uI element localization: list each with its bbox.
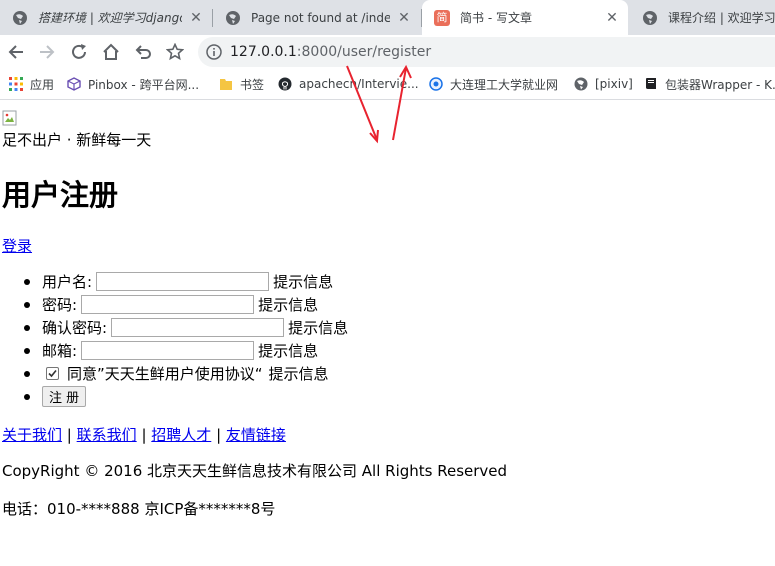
bookmark-label: [pixiv] — [595, 77, 633, 91]
bookmark-apachecn[interactable]: apachecn/Intervie... — [277, 75, 419, 93]
globe-icon — [428, 76, 444, 92]
bookmark-dlut-jobs[interactable]: 大连理工大学就业网 — [428, 75, 558, 93]
globe-icon — [642, 10, 658, 26]
footer-links: 关于我们 | 联系我们 | 招聘人才 | 友情链接 — [2, 424, 286, 445]
globe-icon — [12, 10, 28, 26]
footer-separator: | — [141, 426, 147, 444]
globe-icon — [573, 76, 589, 92]
url-text: 127.0.0.1:8000/user/register — [230, 44, 432, 60]
page-title: 用户注册 — [2, 178, 119, 212]
checkmark-icon — [48, 369, 57, 378]
footer-separator: | — [66, 426, 72, 444]
page-content: 足不出户 · 新鲜每一天 用户注册 登录 用户名: 提示信息 密码: 提示信息 … — [0, 100, 775, 566]
jianshu-icon: 简 — [434, 9, 450, 26]
email-input[interactable] — [81, 341, 255, 360]
browser-toolbar: 127.0.0.1:8000/user/register — [0, 35, 775, 69]
footer-link-contact[interactable]: 联系我们 — [77, 426, 137, 444]
bookmark-label: apachecn/Intervie... — [299, 77, 419, 91]
footer-separator: | — [216, 426, 222, 444]
footer-link-jobs[interactable]: 招聘人才 — [151, 426, 211, 444]
password-input[interactable] — [81, 295, 255, 314]
bookmark-folder[interactable]: 书签 — [218, 75, 264, 93]
tab-django-setup[interactable]: 搭建环境 | 欢迎学习django ✕ — [0, 0, 212, 35]
book-icon — [643, 76, 659, 92]
bookmark-star-icon[interactable] — [162, 39, 188, 65]
back-arrow-icon[interactable] — [3, 39, 29, 65]
tab-jianshu-write[interactable]: 简 简书 - 写文章 ✕ — [422, 0, 628, 35]
field-hint: 提示信息 — [258, 296, 319, 314]
agreement-label: 同意”天天生鲜用户使用协议“ — [67, 365, 263, 383]
form-field-email: 邮箱: 提示信息 — [0, 339, 348, 362]
field-label: 邮箱: — [42, 342, 78, 360]
undo-icon[interactable] — [130, 39, 156, 65]
forward-arrow-icon[interactable] — [34, 39, 60, 65]
tab-title: 简书 - 写文章 — [460, 11, 532, 25]
address-bar[interactable]: 127.0.0.1:8000/user/register — [198, 37, 775, 67]
form-field-password: 密码: 提示信息 — [0, 293, 348, 316]
apps-grid-icon — [8, 76, 24, 92]
footer-link-about[interactable]: 关于我们 — [2, 426, 62, 444]
bookmark-label: 书签 — [240, 77, 265, 92]
tab-strip: 搭建环境 | 欢迎学习django ✕ Page not found at /i… — [0, 0, 775, 35]
tab-title: Page not found at /index — [251, 10, 390, 25]
home-icon[interactable] — [98, 39, 124, 65]
close-icon[interactable]: ✕ — [396, 10, 412, 26]
field-label: 确认密码: — [42, 319, 108, 337]
close-icon[interactable]: ✕ — [188, 10, 204, 26]
bookmark-apps[interactable]: 应用 — [8, 75, 54, 93]
field-label: 用户名: — [42, 273, 93, 291]
field-hint: 提示信息 — [288, 319, 349, 337]
bookmark-wrapper[interactable]: 包装器Wrapper - K... — [643, 75, 775, 93]
agreement-checkbox[interactable] — [46, 367, 59, 380]
login-link[interactable]: 登录 — [2, 235, 32, 256]
site-slogan: 足不出户 · 新鲜每一天 — [2, 131, 152, 149]
username-input[interactable] — [96, 272, 270, 291]
field-hint: 提示信息 — [273, 273, 334, 291]
pinbox-cube-icon — [66, 76, 82, 92]
close-icon[interactable]: ✕ — [604, 10, 620, 26]
info-icon[interactable] — [206, 44, 222, 60]
register-button[interactable]: 注 册 — [42, 386, 87, 407]
form-field-confirm-password: 确认密码: 提示信息 — [0, 316, 348, 339]
bookmark-pixiv[interactable]: [pixiv] — [573, 75, 633, 93]
github-icon — [277, 76, 293, 92]
bookmark-label: 包装器Wrapper - K... — [665, 77, 775, 92]
form-field-agreement: 同意”天天生鲜用户使用协议“ 提示信息 — [0, 362, 348, 385]
tab-course-intro[interactable]: 课程介绍 | 欢迎学习d — [630, 0, 775, 35]
field-label: 密码: — [42, 296, 78, 314]
contact-info: 电话：010-****888 京ICP备*******8号 — [2, 500, 276, 518]
field-hint: 提示信息 — [258, 342, 319, 360]
copyright-text: CopyRight © 2016 北京天天生鲜信息技术有限公司 All Righ… — [2, 462, 508, 480]
footer-link-friends[interactable]: 友情链接 — [226, 426, 286, 444]
bookmark-label: 大连理工大学就业网 — [450, 77, 559, 92]
bookmarks-bar: 应用 Pinbox - 跨平台网... 书签 apachecn/Intervie… — [0, 69, 775, 100]
bookmark-label: 应用 — [30, 77, 55, 92]
tab-title: 搭建环境 | 欢迎学习django — [38, 11, 182, 25]
broken-image-icon — [2, 110, 18, 126]
register-form: 用户名: 提示信息 密码: 提示信息 确认密码: 提示信息 邮箱: 提示信息 同… — [0, 270, 348, 408]
field-hint: 提示信息 — [268, 365, 329, 383]
tab-page-not-found[interactable]: Page not found at /index ✕ — [213, 0, 420, 35]
bookmark-pinbox[interactable]: Pinbox - 跨平台网... — [66, 75, 199, 93]
globe-icon — [225, 10, 241, 26]
reload-icon[interactable] — [66, 39, 92, 65]
form-field-username: 用户名: 提示信息 — [0, 270, 348, 293]
bookmark-label: Pinbox - 跨平台网... — [88, 77, 200, 92]
confirm-password-input[interactable] — [111, 318, 285, 337]
form-field-submit: 注 册 — [0, 385, 348, 408]
folder-icon — [218, 76, 234, 92]
tab-title: 课程介绍 | 欢迎学习d — [668, 11, 775, 25]
